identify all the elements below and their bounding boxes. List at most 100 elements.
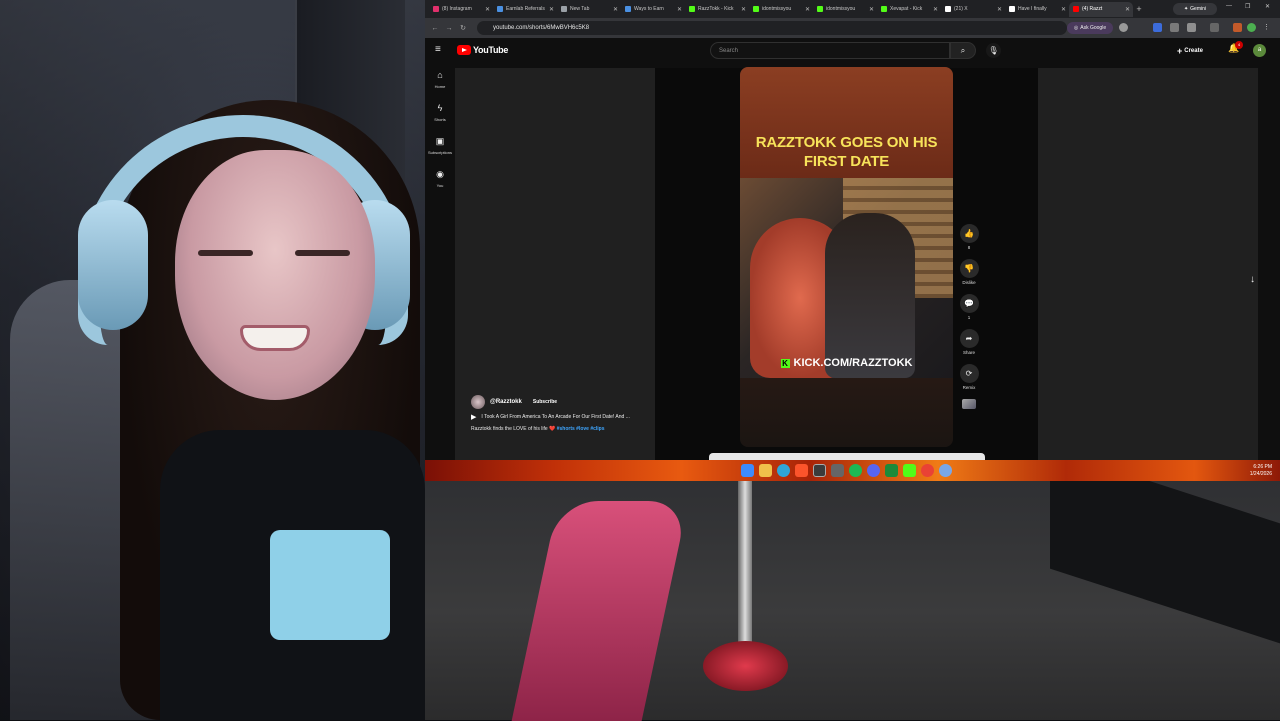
like-button[interactable]: 👍 8: [957, 224, 981, 259]
browser-tab[interactable]: Have I finally ✕: [1005, 2, 1069, 17]
tab-close-icon[interactable]: ✕: [1061, 6, 1066, 13]
short-hashtags[interactable]: #shorts #love #clips: [557, 426, 605, 432]
remix-button[interactable]: ⟳ Remix: [957, 364, 981, 399]
profile-icon[interactable]: [1247, 23, 1256, 32]
forward-icon[interactable]: →: [442, 25, 456, 32]
url-field[interactable]: youtube.com/shorts/6MwBVH6c5K8: [477, 21, 1067, 35]
terminal-icon[interactable]: [813, 464, 826, 477]
tab-close-icon[interactable]: ✕: [869, 6, 874, 13]
app-icon[interactable]: [831, 464, 844, 477]
share-button[interactable]: ➦ Share: [957, 329, 981, 364]
youtube-logo-text: YouTube: [473, 45, 509, 55]
tab-close-icon[interactable]: ✕: [805, 6, 810, 13]
tab-strip: (8) Instagram ✕ Earnlab Referrals ✕ New Tab ✕…: [425, 0, 1280, 18]
create-label: Create: [1184, 47, 1203, 54]
browser-tab[interactable]: idontmissyou ✕: [749, 2, 813, 17]
youtube-icon: [1073, 6, 1079, 12]
new-tab-button[interactable]: +: [1133, 4, 1145, 14]
sidebar-item-label: Subscriptions: [427, 150, 452, 155]
tab-label: Earnlab Referrals: [506, 6, 545, 12]
sidebar-item-home[interactable]: ⌂ Home: [425, 70, 455, 103]
webcam-headphone-cup-left: [78, 200, 148, 330]
app-icon[interactable]: [939, 464, 952, 477]
bookmark-star-icon[interactable]: [1119, 23, 1128, 32]
next-short-arrow-icon[interactable]: ↓: [1250, 274, 1255, 285]
tab-close-icon[interactable]: ✕: [933, 6, 938, 13]
browser-tab[interactable]: Ways to Earn ✕: [621, 2, 685, 17]
spotify-icon[interactable]: [849, 464, 862, 477]
discord-icon[interactable]: [867, 464, 880, 477]
edge-icon[interactable]: [777, 464, 790, 477]
sidepanel-icon[interactable]: [1210, 23, 1219, 32]
google-lens-icon: ◎: [1073, 25, 1079, 31]
account-avatar[interactable]: a: [1253, 44, 1266, 57]
tab-close-icon[interactable]: ✕: [1125, 6, 1130, 13]
search-button[interactable]: ⌕: [950, 42, 976, 59]
gemini-button[interactable]: ✦ Gemini: [1173, 3, 1217, 15]
short-title: I Took A Girl From America To An Arcade …: [481, 414, 630, 420]
taskbar-clock[interactable]: 6:26 PM 1/24/2026: [1250, 464, 1272, 478]
youtube-logo[interactable]: YouTube: [457, 45, 508, 55]
tab-close-icon[interactable]: ✕: [677, 6, 682, 13]
ask-google-button[interactable]: ◎ Ask Google: [1067, 22, 1113, 34]
search-input[interactable]: Search: [710, 42, 950, 59]
comments-button[interactable]: 💬 1: [957, 294, 981, 329]
extension-icon[interactable]: [1233, 23, 1242, 32]
url-text: youtube.com/shorts/6MwBVH6c5K8: [493, 25, 590, 31]
tab-close-icon[interactable]: ✕: [741, 6, 746, 13]
extension-icon[interactable]: [1170, 23, 1179, 32]
browser-tab[interactable]: (4) Razzt ✕: [1069, 1, 1133, 17]
back-icon[interactable]: ←: [428, 25, 442, 32]
dislike-button[interactable]: 👎 Dislike: [957, 259, 981, 294]
tiktok-icon: [1009, 6, 1015, 12]
remix-label: Remix: [962, 385, 976, 390]
file-explorer-icon[interactable]: [759, 464, 772, 477]
browser-tab[interactable]: New Tab ✕: [557, 2, 621, 17]
youtube-page: ≡ YouTube Search ⌕ 🎙 + Create 🔔 4 a ⌂ Ho…: [425, 38, 1280, 460]
channel-avatar[interactable]: [471, 395, 485, 409]
reload-icon[interactable]: ↻: [456, 24, 470, 32]
browser-tab[interactable]: idontmissyou ✕: [813, 2, 877, 17]
maximize-icon[interactable]: ❐: [1245, 3, 1250, 10]
short-video-frame: [740, 178, 953, 378]
chrome-icon[interactable]: [921, 464, 934, 477]
create-button[interactable]: + Create: [1177, 44, 1215, 57]
tab-label: (4) Razzt: [1082, 6, 1103, 12]
home-icon: ⌂: [437, 70, 443, 80]
hamburger-menu-icon[interactable]: ≡: [435, 45, 445, 55]
tab-close-icon[interactable]: ✕: [613, 6, 618, 13]
play-icon: ▶: [471, 414, 477, 421]
audio-thumbnail-button[interactable]: [957, 399, 981, 434]
tab-close-icon[interactable]: ✕: [997, 6, 1002, 13]
app-icon[interactable]: [903, 464, 916, 477]
browser-tab[interactable]: (8) Instagram ✕: [429, 2, 493, 17]
browser-tab[interactable]: (21) X ✕: [941, 2, 1005, 17]
sidebar-item-shorts[interactable]: ϟ Shorts: [425, 103, 455, 136]
voice-search-button[interactable]: 🎙: [986, 43, 1001, 58]
minimize-icon[interactable]: —: [1226, 3, 1232, 9]
comment-count: 1: [967, 315, 971, 320]
start-icon[interactable]: [741, 464, 754, 477]
extension-icon[interactable]: [1153, 23, 1162, 32]
kick-logo-icon: K: [780, 358, 790, 368]
brave-icon[interactable]: [795, 464, 808, 477]
close-window-icon[interactable]: ✕: [1265, 3, 1270, 10]
tab-label: idontmissyou: [826, 6, 856, 12]
scene-man: [825, 213, 915, 378]
remix-icon: ⟳: [959, 364, 979, 383]
tab-close-icon[interactable]: ✕: [485, 6, 490, 13]
youtube-header: ≡ YouTube Search ⌕ 🎙 + Create 🔔 4 a: [425, 38, 1280, 64]
browser-tab[interactable]: Xevapat - Kick ✕: [877, 2, 941, 17]
short-title-row[interactable]: ▶ I Took A Girl From America To An Arcad…: [471, 413, 630, 421]
tab-close-icon[interactable]: ✕: [549, 6, 554, 13]
shorts-video-player[interactable]: RAZZTOKK GOES ON HIS FIRST DATE K KICK.C…: [740, 67, 953, 447]
sidebar-item-you[interactable]: ◉ You: [425, 169, 455, 202]
menu-dots-icon[interactable]: ⋮: [1263, 23, 1272, 32]
sidebar-item-subscriptions[interactable]: ▣ Subscriptions: [425, 136, 455, 169]
subscribe-button[interactable]: Subscribe: [533, 399, 557, 405]
app-icon[interactable]: [885, 464, 898, 477]
browser-tab[interactable]: Earnlab Referrals ✕: [493, 2, 557, 17]
extensions-puzzle-icon[interactable]: [1187, 23, 1196, 32]
channel-name[interactable]: @Razztokk: [490, 399, 522, 405]
browser-tab[interactable]: RazzTokk - Kick ✕: [685, 2, 749, 17]
